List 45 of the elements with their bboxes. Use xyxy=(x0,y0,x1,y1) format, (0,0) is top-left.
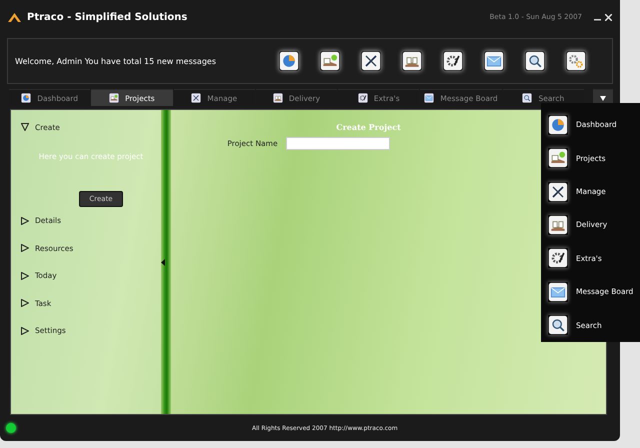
toolbar-button[interactable] xyxy=(443,51,463,71)
toolbar-button[interactable] xyxy=(484,51,504,71)
pie-chart-icon xyxy=(279,51,299,71)
book-icon xyxy=(402,51,422,71)
status-light-icon xyxy=(6,423,16,433)
gear-icon xyxy=(358,93,368,103)
toolbar-button[interactable] xyxy=(361,51,381,71)
logo-icon xyxy=(8,12,21,22)
settings-icon xyxy=(566,51,586,71)
book-icon xyxy=(109,93,120,103)
envelope-icon xyxy=(548,282,568,302)
welcome-message: Welcome, Admin You have total 15 new messages xyxy=(15,56,216,66)
envelope-icon xyxy=(484,51,504,71)
book-icon xyxy=(548,214,568,235)
tools-icon xyxy=(191,93,202,103)
toolbar-button[interactable] xyxy=(566,51,586,71)
collapsed-triangle-icon xyxy=(21,272,29,280)
window-title: Ptraco - Simplified Solutions xyxy=(27,12,188,22)
collapsed-triangle-icon xyxy=(21,326,29,335)
toolbar-button[interactable] xyxy=(279,51,299,71)
form-title: Create Project xyxy=(336,122,401,132)
caret-icon xyxy=(600,96,606,100)
collapse-arrow-icon[interactable] xyxy=(161,258,165,266)
search-icon xyxy=(525,51,545,71)
book-icon xyxy=(320,51,340,71)
gear-icon xyxy=(548,248,568,268)
search-icon xyxy=(522,93,532,103)
tools-icon xyxy=(361,51,381,71)
tools-icon xyxy=(548,182,568,202)
book-icon xyxy=(272,93,283,103)
envelope-icon xyxy=(424,93,434,103)
search-icon xyxy=(548,315,568,336)
pie-chart-icon xyxy=(21,93,32,103)
toolbar-button[interactable] xyxy=(525,51,545,71)
toolbar-button[interactable] xyxy=(320,51,340,71)
book-icon xyxy=(548,148,568,168)
expanded-triangle-icon xyxy=(21,123,29,131)
close-icon[interactable] xyxy=(605,14,612,20)
gear-icon xyxy=(443,51,463,71)
pie-chart-icon xyxy=(548,114,568,135)
input-field[interactable] xyxy=(286,137,390,150)
collapsed-triangle-icon xyxy=(21,216,29,225)
collapsed-triangle-icon xyxy=(21,299,29,308)
collapsed-triangle-icon xyxy=(21,244,29,252)
toolbar-button[interactable] xyxy=(402,51,422,71)
